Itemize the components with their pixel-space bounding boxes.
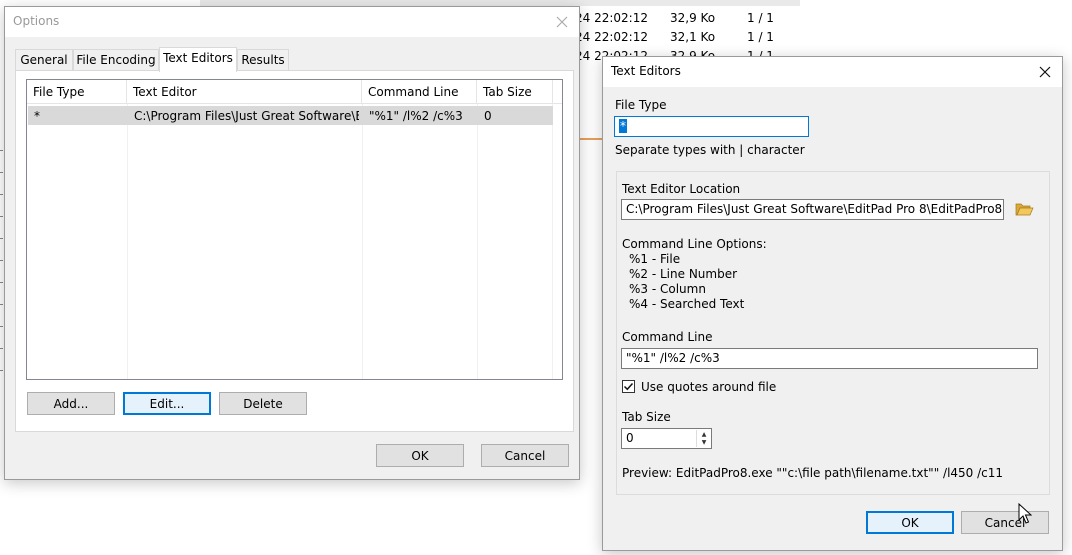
list-item-count: 1 / 1 — [747, 30, 774, 44]
text-editors-ok-button[interactable]: OK — [866, 511, 954, 534]
tab-general[interactable]: General — [15, 49, 73, 71]
options-ok-button[interactable]: OK — [376, 444, 464, 467]
option-line-column: %3 - Column — [629, 282, 706, 296]
close-icon — [1039, 66, 1051, 78]
text-editors-cancel-button[interactable]: Cancel — [961, 511, 1049, 534]
folder-open-icon[interactable] — [1014, 200, 1034, 218]
column-command-line[interactable]: Command Line — [362, 80, 477, 104]
command-line-label: Command Line — [622, 330, 713, 344]
column-file-type[interactable]: File Type — [27, 80, 127, 104]
text-editors-close-button[interactable] — [1032, 59, 1058, 85]
command-line-input[interactable]: "%1" /l%2 /c%3 — [621, 348, 1038, 369]
list-item-time: 24 22:02:12 — [575, 30, 648, 44]
tab-results[interactable]: Results — [237, 49, 289, 71]
text-editors-title: Text Editors — [611, 64, 681, 78]
options-cancel-button[interactable]: Cancel — [481, 444, 569, 467]
option-line-line-number: %2 - Line Number — [629, 267, 738, 281]
background-left-edge — [0, 150, 3, 380]
preview-text: Preview: EditPadPro8.exe ""c:\file path\… — [622, 466, 1004, 480]
file-type-label: File Type — [615, 98, 667, 112]
cell-text-editor: C:\Program Files\Just Great Software\E..… — [134, 109, 359, 123]
text-editors-tab-page: File Type Text Editor Command Line Tab S… — [15, 70, 574, 432]
edit-button[interactable]: Edit... — [123, 392, 211, 415]
column-divider — [477, 104, 478, 379]
tab-text-editors[interactable]: Text Editors — [159, 47, 237, 72]
add-button[interactable]: Add... — [27, 392, 115, 415]
list-item: 24 22:02:12 32,9 Ko 1 / 1 — [575, 9, 810, 28]
options-close-button[interactable] — [549, 9, 575, 35]
location-label: Text Editor Location — [622, 182, 741, 196]
tab-size-value: 0 — [626, 431, 634, 445]
table-row[interactable]: * C:\Program Files\Just Great Software\E… — [28, 106, 553, 125]
list-item-count: 1 / 1 — [747, 11, 774, 25]
options-title: Options — [13, 14, 60, 28]
editor-settings-group: Text Editor Location C:\Program Files\Ju… — [616, 171, 1050, 495]
text-editors-titlebar: Text Editors — [603, 57, 1062, 87]
cell-command-line: "%1" /l%2 /c%3 — [369, 109, 463, 123]
cell-file-type: * — [34, 109, 40, 123]
use-quotes-checkbox[interactable] — [622, 380, 635, 393]
list-item-size: 32,1 Ko — [670, 30, 716, 44]
options-heading: Command Line Options: — [622, 237, 767, 251]
list-item: 24 22:02:12 32,1 Ko 1 / 1 — [575, 28, 810, 47]
close-icon — [556, 16, 568, 28]
tab-size-spinner[interactable]: ▲ ▼ — [696, 430, 711, 447]
column-tab-size[interactable]: Tab Size — [477, 80, 553, 104]
location-input[interactable]: C:\Program Files\Just Great Software\Edi… — [621, 199, 1004, 220]
spin-up-icon[interactable]: ▲ — [697, 430, 711, 438]
checkmark-icon — [623, 382, 634, 391]
column-text-editor[interactable]: Text Editor — [127, 80, 362, 104]
list-item-time: 24 22:02:12 — [575, 11, 648, 25]
cell-tab-size: 0 — [484, 109, 492, 123]
delete-button[interactable]: Delete — [219, 392, 307, 415]
text-editors-dialog: Text Editors File Type * Separate types … — [602, 56, 1063, 551]
option-line-file: %1 - File — [629, 252, 681, 266]
tab-file-encoding[interactable]: File Encoding — [73, 49, 159, 71]
use-quotes-label: Use quotes around file — [641, 380, 777, 394]
column-divider — [362, 104, 363, 379]
file-type-value: * — [619, 119, 627, 133]
column-divider — [552, 104, 553, 379]
tab-size-input[interactable]: 0 ▲ ▼ — [621, 428, 712, 449]
file-type-input[interactable]: * — [614, 116, 809, 137]
editors-list-header: File Type Text Editor Command Line Tab S… — [27, 80, 562, 104]
list-item-size: 32,9 Ko — [670, 11, 716, 25]
options-dialog: Options General File Encoding Text Edito… — [4, 6, 580, 480]
editors-list[interactable]: File Type Text Editor Command Line Tab S… — [26, 79, 563, 380]
separator-hint: Separate types with | character — [615, 143, 805, 157]
column-divider — [127, 104, 128, 379]
tab-size-label: Tab Size — [622, 410, 671, 424]
spin-down-icon[interactable]: ▼ — [697, 438, 711, 446]
option-line-searched-text: %4 - Searched Text — [629, 297, 745, 311]
options-titlebar: Options — [5, 7, 579, 37]
mouse-pointer-icon — [1018, 503, 1032, 524]
